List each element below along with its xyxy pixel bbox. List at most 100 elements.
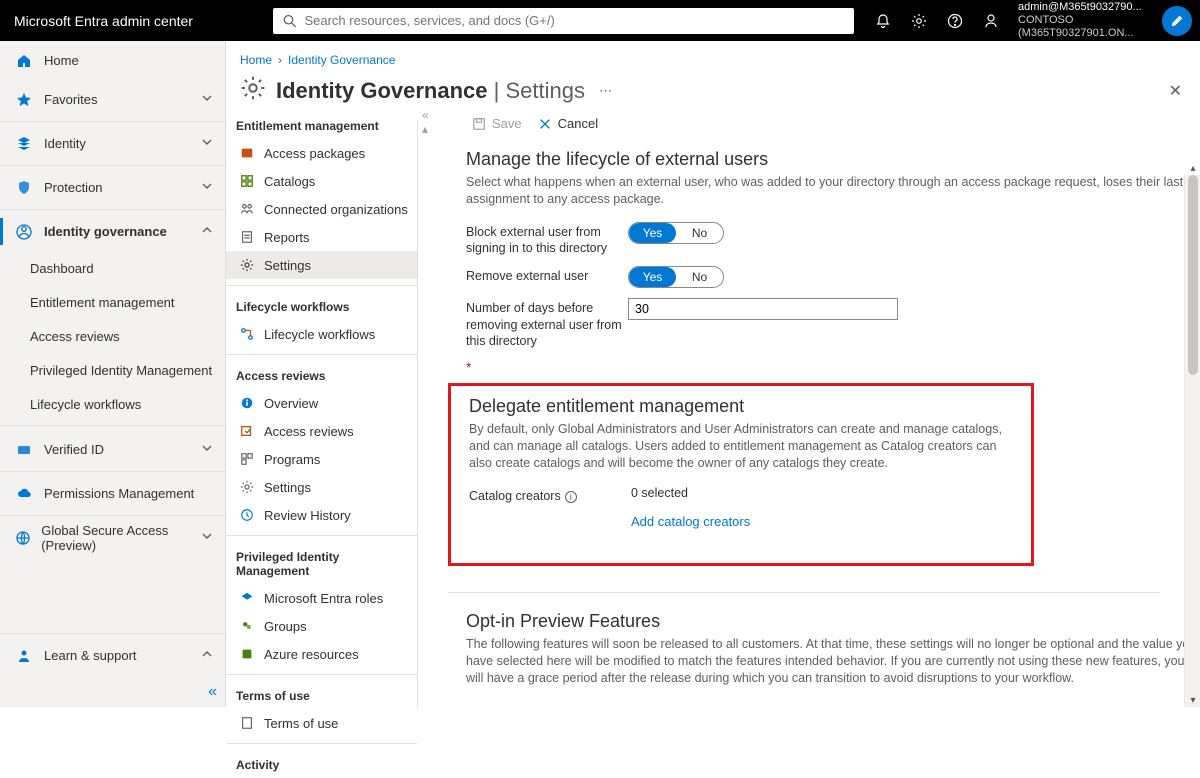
collapse-sidebar-icon[interactable]: « <box>208 683 217 701</box>
gear-icon <box>238 256 256 274</box>
sidebar-sub-lifecycle[interactable]: Lifecycle workflows <box>0 387 225 421</box>
tenant-name: CONTOSO (M365T90327901.ON... <box>1018 14 1154 40</box>
global-search[interactable] <box>273 8 854 34</box>
search-input[interactable] <box>304 13 844 28</box>
subnav-label: Settings <box>264 480 311 495</box>
catalog-creators-label: Catalog creatorsi <box>469 486 631 504</box>
more-icon[interactable]: ⋯ <box>599 83 612 99</box>
subnav-label: Settings <box>264 258 311 273</box>
sidebar-sub-entitlement[interactable]: Entitlement management <box>0 285 225 319</box>
block-user-toggle[interactable]: YesNo <box>628 222 724 244</box>
search-icon <box>283 14 296 28</box>
sidebar-sub-pim[interactable]: Privileged Identity Management <box>0 353 225 387</box>
sidebar-item-label: Dashboard <box>30 261 94 276</box>
sidebar-sub-access-reviews[interactable]: Access reviews <box>0 319 225 353</box>
settings-icon[interactable] <box>904 6 934 36</box>
sidebar-item-identity-governance[interactable]: Identity governance <box>0 212 225 251</box>
main-panel: ▴▾ «▴ Save Cancel Manage the lifecycle o… <box>418 108 1200 707</box>
subnav-group-pim: Privileged Identity Management <box>226 536 417 584</box>
collapse-subnav-icon[interactable]: «▴ <box>422 108 429 136</box>
topbar: Microsoft Entra admin center admin@M365t… <box>0 0 1200 41</box>
section3-heading: Opt-in Preview Features <box>466 611 1198 632</box>
chevron-up-icon <box>201 648 213 663</box>
account-email: admin@M365t9032790... <box>1018 1 1154 14</box>
subnav-label: Catalogs <box>264 174 315 189</box>
identity-icon <box>14 134 34 154</box>
subnav-settings[interactable]: Settings <box>226 251 417 279</box>
subnav-label: Access packages <box>264 146 365 161</box>
days-input[interactable] <box>628 298 898 320</box>
groups-icon <box>238 617 256 635</box>
save-label: Save <box>492 116 522 131</box>
help-icon[interactable] <box>940 6 970 36</box>
subnav-label: Lifecycle workflows <box>264 327 375 342</box>
sidebar-item-learn[interactable]: Learn & support <box>0 636 225 675</box>
subnav-groups[interactable]: Groups <box>226 612 417 640</box>
subnav-label: Reports <box>264 230 310 245</box>
section2-heading: Delegate entitlement management <box>469 396 1013 417</box>
notifications-icon[interactable] <box>868 6 898 36</box>
subnav-overview[interactable]: Overview <box>226 389 417 417</box>
cancel-label: Cancel <box>558 116 598 131</box>
subnav-group-tou: Terms of use <box>226 675 417 709</box>
subnav-lifecycle-workflows[interactable]: Lifecycle workflows <box>226 320 417 348</box>
sidebar-item-gsa[interactable]: Global Secure Access (Preview) <box>0 518 225 557</box>
chevron-down-icon <box>201 92 213 107</box>
sidebar-item-favorites[interactable]: Favorites <box>0 80 225 119</box>
sidebar-item-protection[interactable]: Protection <box>0 168 225 207</box>
avatar[interactable] <box>1162 6 1192 36</box>
topbar-icons <box>862 6 1012 36</box>
sidebar-sub-dashboard[interactable]: Dashboard <box>0 251 225 285</box>
package-icon <box>238 144 256 162</box>
chevron-down-icon <box>201 442 213 457</box>
sidebar-item-label: Access reviews <box>30 329 120 344</box>
subnav-label: Connected organizations <box>264 202 408 217</box>
account-info[interactable]: admin@M365t9032790... CONTOSO (M365T9032… <box>1012 1 1162 40</box>
subnav-terms[interactable]: Terms of use <box>226 709 417 737</box>
scroll-down-icon[interactable]: ▾ <box>1185 693 1200 707</box>
subnav-programs[interactable]: Programs <box>226 445 417 473</box>
sidebar-item-home[interactable]: Home <box>0 41 225 80</box>
breadcrumb-home[interactable]: Home <box>240 53 272 67</box>
sidebar-item-label: Entitlement management <box>30 295 175 310</box>
subnav-access-reviews2[interactable]: Access reviews <box>226 417 417 445</box>
subnav-label: Azure resources <box>264 647 359 662</box>
subnav-group-access-reviews: Access reviews <box>226 355 417 389</box>
subnav-access-packages[interactable]: Access packages <box>226 139 417 167</box>
subnav-entra-roles[interactable]: Microsoft Entra roles <box>226 584 417 612</box>
subnav-review-history[interactable]: Review History <box>226 501 417 529</box>
star-icon <box>14 90 34 110</box>
add-catalog-creators-link[interactable]: Add catalog creators <box>631 514 750 529</box>
info-icon[interactable]: i <box>565 491 577 503</box>
scroll-up-icon[interactable]: ▴ <box>1185 161 1200 175</box>
remove-user-toggle[interactable]: YesNo <box>628 266 724 288</box>
scrollbar[interactable]: ▴▾ <box>1184 175 1200 707</box>
subnav-reports[interactable]: Reports <box>226 223 417 251</box>
org-icon <box>238 200 256 218</box>
save-button[interactable]: Save <box>466 112 528 135</box>
sidebar-item-label: Privileged Identity Management <box>30 363 212 378</box>
subnav-azure-resources[interactable]: Azure resources <box>226 640 417 668</box>
subnav-ar-settings[interactable]: Settings <box>226 473 417 501</box>
chevron-up-icon <box>201 224 213 239</box>
subnav-connected-orgs[interactable]: Connected organizations <box>226 195 417 223</box>
sidebar-item-label: Verified ID <box>44 442 104 457</box>
subnav-group-activity: Activity <box>226 744 417 778</box>
cancel-button[interactable]: Cancel <box>532 112 604 135</box>
breadcrumb-ig[interactable]: Identity Governance <box>288 53 395 67</box>
subnav-catalogs[interactable]: Catalogs <box>226 167 417 195</box>
days-label: Number of days before removing external … <box>466 298 628 349</box>
secondary-sidebar: Entitlement management Access packages C… <box>226 101 418 707</box>
close-icon[interactable]: ✕ <box>1169 81 1182 101</box>
save-icon <box>472 117 486 131</box>
sidebar-item-identity[interactable]: Identity <box>0 124 225 163</box>
sidebar-item-permissions[interactable]: Permissions Management <box>0 474 225 513</box>
chevron-down-icon <box>201 136 213 151</box>
product-name: Microsoft Entra admin center <box>0 13 273 29</box>
cloud-icon <box>14 484 34 504</box>
subnav-label: Terms of use <box>264 716 338 731</box>
sidebar-item-label: Identity governance <box>44 224 167 239</box>
shield-icon <box>14 178 34 198</box>
feedback-icon[interactable] <box>976 6 1006 36</box>
sidebar-item-verified-id[interactable]: Verified ID <box>0 430 225 469</box>
